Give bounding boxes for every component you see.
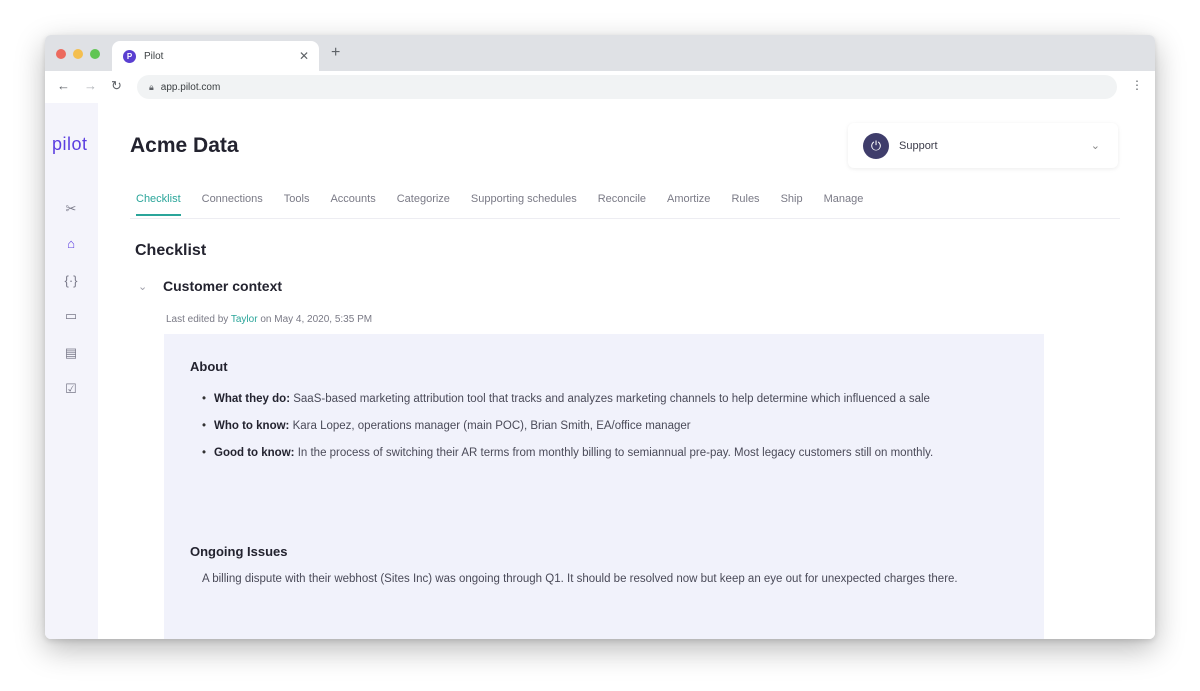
ongoing-issues-heading: Ongoing Issues	[190, 544, 288, 559]
browser-tab[interactable]: P Pilot ✕	[112, 41, 319, 71]
close-tab-icon[interactable]: ✕	[299, 49, 309, 63]
tab-amortize[interactable]: Amortize	[667, 193, 710, 216]
pilot-logo[interactable]: pilot	[52, 134, 88, 155]
pilot-favicon-icon: P	[123, 49, 136, 63]
report-icon[interactable]: ☑	[62, 381, 80, 397]
url-text: app.pilot.com	[160, 81, 221, 93]
new-tab-icon[interactable]: +	[331, 44, 340, 62]
tab-supporting-schedules[interactable]: Supporting schedules	[471, 193, 577, 216]
close-window-button[interactable]	[56, 49, 66, 59]
support-dropdown[interactable]: ⏻ Support ⌄	[848, 123, 1118, 168]
power-icon: ⏻	[863, 132, 889, 159]
edited-suffix: on May 4, 2020, 5:35 PM	[260, 314, 373, 325]
browser-tab-title: Pilot	[144, 50, 164, 62]
tab-reconcile[interactable]: Reconcile	[598, 193, 646, 216]
edited-prefix: Last edited by	[166, 314, 229, 325]
back-arrow-icon[interactable]: ←	[57, 78, 70, 93]
maximize-window-button[interactable]	[90, 49, 100, 59]
collapse-chevron-icon[interactable]: ⌄	[138, 280, 147, 293]
tab-rules[interactable]: Rules	[731, 193, 759, 216]
nav-tabs: Checklist Connections Tools Accounts Cat…	[136, 193, 863, 216]
list-item: Good to know: In the process of switchin…	[202, 440, 1002, 467]
ongoing-issues-text: A billing dispute with their webhost (Si…	[202, 573, 958, 585]
customer-context-card: About What they do: SaaS-based marketing…	[164, 334, 1044, 639]
list-item: Who to know: Kara Lopez, operations mana…	[202, 413, 1002, 440]
bullet-key: What they do:	[214, 393, 291, 405]
page-title: Acme Data	[130, 134, 239, 157]
bullet-key: Good to know:	[214, 447, 295, 459]
bullet-text: In the process of switching their AR ter…	[297, 447, 934, 459]
address-bar[interactable]: 🔒︎ app.pilot.com	[137, 75, 1117, 99]
forward-arrow-icon[interactable]: →	[84, 78, 97, 93]
last-edited-line: Last edited by Taylor on May 4, 2020, 5:…	[166, 314, 372, 325]
tab-accounts[interactable]: Accounts	[330, 193, 375, 216]
bullet-text: SaaS-based marketing attribution tool th…	[293, 393, 930, 405]
tab-connections[interactable]: Connections	[202, 193, 263, 216]
minimize-window-button[interactable]	[73, 49, 83, 59]
browser-tabbar: P Pilot ✕ +	[45, 35, 1155, 71]
browser-toolbar: ← → ↻ 🔒︎ app.pilot.com ⋮	[45, 71, 1155, 104]
bullet-text: Kara Lopez, operations manager (main POC…	[292, 420, 691, 432]
chevron-down-icon: ⌄	[1090, 140, 1100, 152]
sidebar: pilot ✂ ⌂ {·} ▭ ▤ ☑	[45, 103, 98, 639]
lock-icon: 🔒︎	[149, 81, 154, 92]
reload-icon[interactable]: ↻	[111, 78, 122, 94]
tab-checklist[interactable]: Checklist	[136, 193, 181, 216]
bullet-key: Who to know:	[214, 420, 290, 432]
tab-categorize[interactable]: Categorize	[397, 193, 450, 216]
browser-window: P Pilot ✕ + ← → ↻ 🔒︎ app.pilot.com ⋮ pil…	[45, 35, 1155, 639]
camera-icon[interactable]: ⌂	[62, 236, 80, 251]
code-icon[interactable]: {·}	[62, 273, 80, 288]
card-icon[interactable]: ▤	[62, 345, 80, 361]
tabs-divider	[130, 218, 1120, 219]
checklist-heading: Checklist	[135, 242, 207, 259]
main-content: Acme Data ⏻ Support ⌄ Checklist Connecti…	[98, 103, 1155, 639]
tools-icon[interactable]: ✂	[62, 201, 80, 217]
building-icon[interactable]: ▭	[62, 308, 80, 324]
customer-context-heading[interactable]: Customer context	[163, 278, 282, 294]
app-container: pilot ✂ ⌂ {·} ▭ ▤ ☑ Acme Data ⏻ Support …	[45, 103, 1155, 639]
list-item: What they do: SaaS-based marketing attri…	[202, 386, 1002, 413]
tab-tools[interactable]: Tools	[284, 193, 310, 216]
edited-author-link[interactable]: Taylor	[231, 314, 258, 325]
about-list: What they do: SaaS-based marketing attri…	[202, 386, 1002, 467]
browser-menu-icon[interactable]: ⋮	[1131, 78, 1143, 92]
support-label: Support	[899, 139, 938, 152]
about-heading: About	[190, 359, 228, 374]
tab-manage[interactable]: Manage	[824, 193, 864, 216]
tab-ship[interactable]: Ship	[781, 193, 803, 216]
